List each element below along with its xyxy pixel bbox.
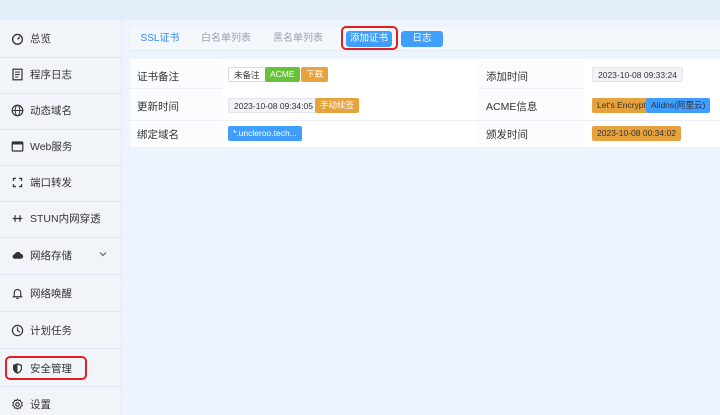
sidebar-item-overview[interactable]: 总览 <box>0 20 122 56</box>
sidebar-item-port-forward[interactable]: 端口转发 <box>0 164 122 200</box>
sidebar-item-web-service[interactable]: Web服务 <box>0 128 122 164</box>
issued-time-label: 颁发时间 <box>486 129 528 141</box>
sidebar-item-network-storage[interactable]: 网络存储 <box>0 237 122 273</box>
sidebar-item-label: 安全管理 <box>30 362 72 375</box>
sidebar-item-label: 计划任务 <box>30 324 72 337</box>
top-bar <box>0 0 720 20</box>
shield-icon <box>10 361 24 375</box>
table-row: 绑定域名 *.uncleroo.tech... 颁发时间 2023-10-08 … <box>130 121 720 147</box>
port-forward-icon <box>10 175 24 189</box>
sidebar-item-ddns[interactable]: 动态域名 <box>0 92 122 128</box>
divider <box>0 348 122 349</box>
stun-icon <box>10 211 24 225</box>
add-cert-button[interactable]: 添加证书 <box>346 31 392 47</box>
value-cell: 未备注 ACME 下载 <box>223 59 478 89</box>
domain-label: 绑定域名 <box>137 129 179 141</box>
sidebar-item-label: 网络唤醒 <box>30 287 72 300</box>
value-cell: 2023-10-08 00:34:02 <box>584 121 720 147</box>
sidebar-item-label: 动态域名 <box>30 104 72 117</box>
manual-renew-button[interactable]: 手动续签 <box>315 98 360 113</box>
acme-info-label: ACME信息 <box>486 101 538 113</box>
log-icon <box>10 67 24 81</box>
clock-icon <box>10 323 24 337</box>
sidebar-item-settings[interactable]: 设置 <box>0 386 122 415</box>
added-time-label: 添加时间 <box>486 71 528 83</box>
log-button[interactable]: 日志 <box>401 31 443 47</box>
tab-blacklist[interactable]: 黑名单列表 <box>266 27 330 51</box>
dashboard-icon <box>10 31 24 45</box>
acme-dns-tag: Alidns(阿里云) <box>646 98 711 113</box>
sidebar-item-label: 网络存储 <box>30 249 72 262</box>
tab-ssl[interactable]: SSL证书 <box>136 27 184 51</box>
cert-panel: 证书备注 未备注 ACME 下载 添加时间 2023-10-08 09:33:2… <box>130 59 720 147</box>
domain-tag[interactable]: *.uncleroo.tech... <box>228 126 302 141</box>
added-time-value: 2023-10-08 09:33:24 <box>592 67 683 82</box>
tab-bar: SSL证书 白名单列表 黑名单列表 添加证书 日志 <box>130 27 720 51</box>
sidebar: 总览 程序日志 动态域名 Web服务 端口转发 STUN内网穿透 网络存储 网络… <box>0 20 122 415</box>
cloud-icon <box>10 248 24 262</box>
tab-whitelist[interactable]: 白名单列表 <box>194 27 258 51</box>
gear-icon <box>10 397 24 411</box>
sidebar-item-stun[interactable]: STUN内网穿透 <box>0 200 122 236</box>
table-row: 更新时间 2023-10-08 09:34:05 手动续签 ACME信息 Let… <box>130 89 720 121</box>
browser-icon <box>10 139 24 153</box>
chevron-down-icon[interactable] <box>98 249 108 259</box>
updated-time-label: 更新时间 <box>137 101 179 113</box>
value-cell: 2023-10-08 09:33:24 <box>584 59 720 89</box>
acme-tag: ACME <box>265 67 300 82</box>
value-cell: 2023-10-08 09:34:05 手动续签 <box>223 89 478 120</box>
issued-time-value: 2023-10-08 00:34:02 <box>592 126 681 141</box>
remark-tag[interactable]: 未备注 <box>228 67 266 82</box>
bell-icon <box>10 286 24 300</box>
sidebar-item-label: 程序日志 <box>30 68 72 81</box>
value-cell: Let's Encrypt Alidns(阿里云) <box>584 89 720 120</box>
sidebar-item-label: 端口转发 <box>30 176 72 189</box>
globe-icon <box>10 103 24 117</box>
sidebar-item-logs[interactable]: 程序日志 <box>0 56 122 92</box>
sidebar-item-wol[interactable]: 网络唤醒 <box>0 275 122 311</box>
updated-time-value: 2023-10-08 09:34:05 <box>228 98 319 113</box>
sidebar-item-label: 总览 <box>30 32 51 45</box>
table-row: 证书备注 未备注 ACME 下载 添加时间 2023-10-08 09:33:2… <box>130 59 720 89</box>
sidebar-item-security[interactable]: 安全管理 <box>0 350 122 386</box>
acme-provider-tag: Let's Encrypt <box>592 98 651 113</box>
value-cell: *.uncleroo.tech... <box>223 121 478 147</box>
sidebar-item-scheduled-tasks[interactable]: 计划任务 <box>0 312 122 348</box>
sidebar-item-label: STUN内网穿透 <box>30 212 101 225</box>
sidebar-item-label: 设置 <box>30 398 51 411</box>
sidebar-item-label: Web服务 <box>30 140 73 153</box>
download-button[interactable]: 下载 <box>301 67 329 82</box>
remark-label: 证书备注 <box>137 71 179 83</box>
